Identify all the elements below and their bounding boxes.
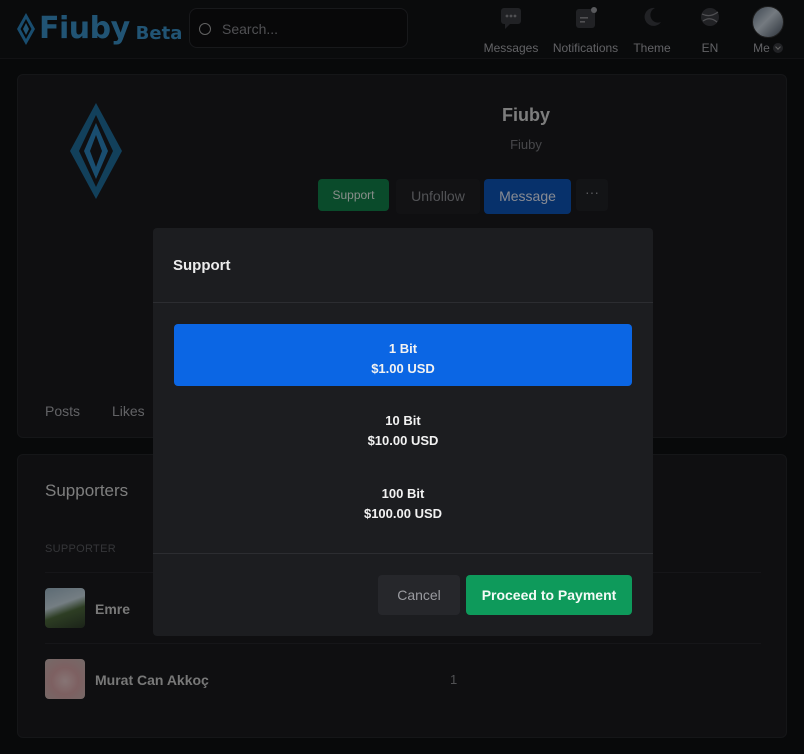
option-price: $1.00 USD xyxy=(371,361,435,376)
support-option-1-bit[interactable]: 1 Bit $1.00 USD xyxy=(174,324,632,386)
option-price: $100.00 USD xyxy=(363,506,443,521)
modal-title: Support xyxy=(173,257,231,274)
support-option-100-bit[interactable]: 100 Bit $100.00 USD xyxy=(174,469,632,531)
option-amount: 10 Bit xyxy=(385,413,421,428)
support-option-10-bit[interactable]: 10 Bit $10.00 USD xyxy=(174,396,632,458)
divider xyxy=(153,302,653,303)
cancel-button[interactable]: Cancel xyxy=(378,575,460,615)
option-amount: 1 Bit xyxy=(388,341,418,356)
divider xyxy=(153,553,653,554)
proceed-to-payment-button[interactable]: Proceed to Payment xyxy=(466,575,632,615)
support-modal: Support 1 Bit $1.00 USD 10 Bit $10.00 US… xyxy=(153,228,653,636)
option-amount: 100 Bit xyxy=(381,486,425,501)
option-price: $10.00 USD xyxy=(367,433,439,448)
